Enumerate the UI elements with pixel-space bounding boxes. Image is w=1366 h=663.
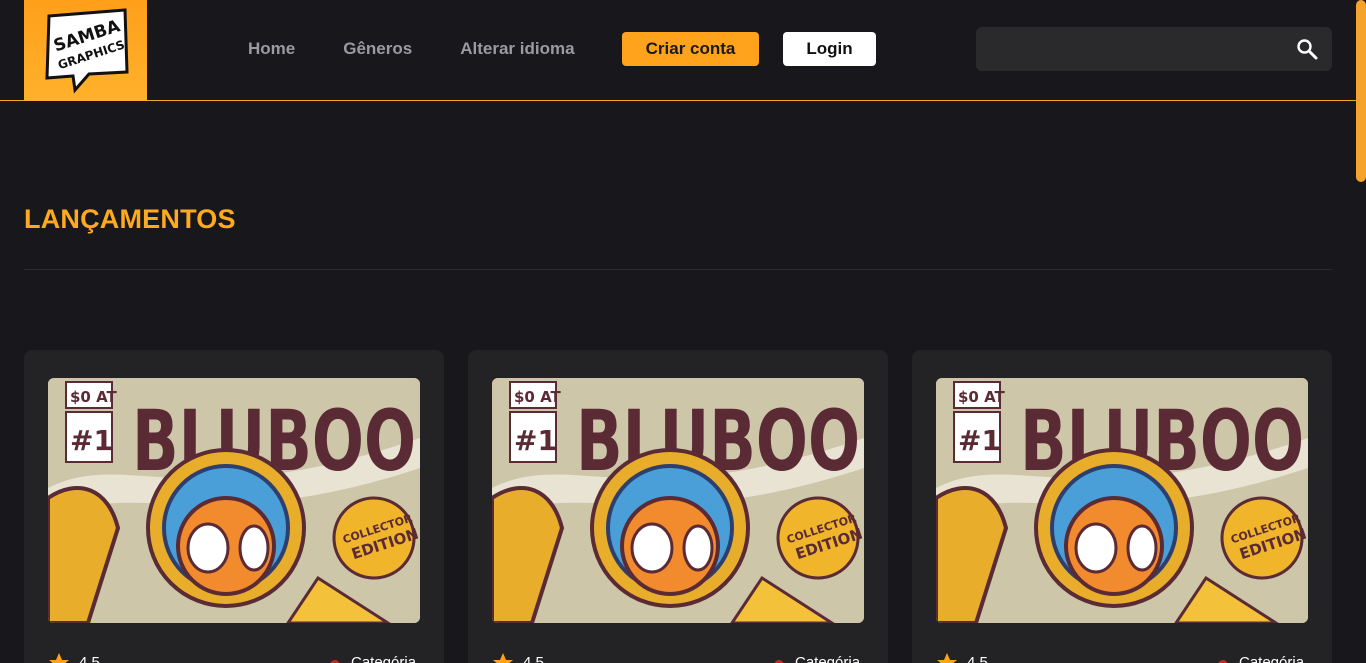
star-icon: [937, 653, 957, 663]
nav-home-link[interactable]: Home: [248, 36, 295, 62]
samba-graphics-logo[interactable]: SAMBA GRAPHICS: [24, 0, 147, 101]
search-icon[interactable]: [1296, 38, 1318, 60]
nav-genres-link[interactable]: Gêneros: [343, 36, 412, 62]
page-scrollbar-thumb[interactable]: [1356, 0, 1366, 182]
card-meta: 4.5 Categória: [936, 652, 1308, 663]
main-nav: Home Gêneros Alterar idioma: [248, 36, 623, 62]
card-meta: 4.5 Categória: [492, 652, 864, 663]
svg-text:$0 AT: $0 AT: [958, 388, 1006, 406]
comic-card[interactable]: $0 AT #1 BLUBOO COLLECTOR EDITION 4.5 Ca…: [24, 350, 444, 663]
top-header: SAMBA GRAPHICS Home Gêneros Alterar idio…: [0, 0, 1356, 101]
comic-cover-image[interactable]: $0 AT #1 BLUBOO COLLECTOR EDITION: [492, 378, 864, 623]
search-input[interactable]: [976, 27, 1286, 71]
section-divider: [24, 269, 1332, 270]
svg-text:#1: #1: [958, 424, 1001, 457]
comic-card[interactable]: $0 AT #1 BLUBOO COLLECTOR EDITION 4.5 Ca…: [468, 350, 888, 663]
search-box: [976, 27, 1332, 71]
comic-cover-art: $0 AT #1 BLUBOO COLLECTOR EDITION: [48, 378, 420, 623]
comic-cover-image[interactable]: $0 AT #1 BLUBOO COLLECTOR EDITION: [936, 378, 1308, 623]
nav-change-language-link[interactable]: Alterar idioma: [460, 36, 574, 62]
create-account-button[interactable]: Criar conta: [622, 32, 759, 66]
svg-text:$0 AT: $0 AT: [70, 388, 118, 406]
logo-speech-bubble-icon: SAMBA GRAPHICS: [44, 7, 129, 93]
rating-value: 4.5: [79, 654, 100, 663]
svg-text:#1: #1: [514, 424, 557, 457]
section-title: LANÇAMENTOS: [24, 204, 236, 234]
category-label: Categória: [351, 654, 417, 663]
login-button[interactable]: Login: [783, 32, 876, 66]
comic-card[interactable]: $0 AT #1 BLUBOO COLLECTOR EDITION 4.5 Ca…: [912, 350, 1332, 663]
card-meta: 4.5 Categória: [48, 652, 420, 663]
category-label: Categória: [795, 654, 861, 663]
comic-cover-image[interactable]: $0 AT #1 BLUBOO COLLECTOR EDITION: [48, 378, 420, 623]
star-icon: [49, 653, 69, 663]
category-label: Categória: [1239, 654, 1305, 663]
svg-text:#1: #1: [70, 424, 113, 457]
rating-value: 4.5: [967, 654, 988, 663]
svg-text:$0 AT: $0 AT: [514, 388, 562, 406]
star-icon: [493, 653, 513, 663]
comic-cover-art: $0 AT #1 BLUBOO COLLECTOR EDITION: [492, 378, 864, 623]
rating-value: 4.5: [523, 654, 544, 663]
comic-cover-art: $0 AT #1 BLUBOO COLLECTOR EDITION: [936, 378, 1308, 623]
